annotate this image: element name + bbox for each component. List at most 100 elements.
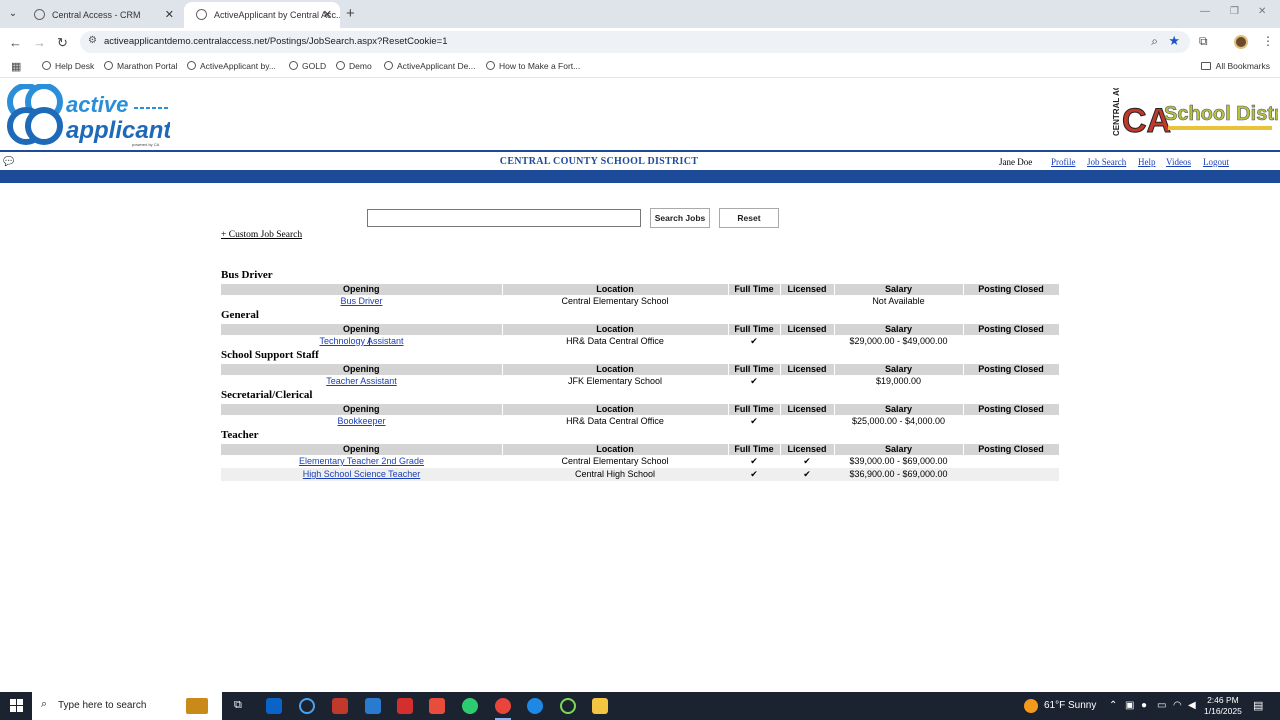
column-header[interactable]: Licensed: [780, 404, 835, 415]
acrobat-icon[interactable]: [397, 698, 413, 714]
reload-icon[interactable]: ↻: [57, 35, 68, 51]
job-title-link[interactable]: Bus Driver: [340, 296, 382, 306]
edge-icon[interactable]: [527, 698, 543, 714]
app-blue-icon[interactable]: [365, 698, 381, 714]
column-header[interactable]: Posting Closed: [963, 324, 1060, 335]
custom-job-search-link[interactable]: + Custom Job Search: [221, 230, 302, 240]
column-header[interactable]: Opening: [221, 444, 503, 455]
column-header[interactable]: Full Time: [728, 444, 781, 455]
column-header[interactable]: Location: [502, 404, 729, 415]
job-search-input[interactable]: [367, 209, 641, 227]
battery-icon[interactable]: ▭: [1157, 700, 1166, 711]
bookmark-activeapplicant-demo[interactable]: ActiveApplicant De...: [384, 61, 475, 71]
job-title-link[interactable]: Elementary Teacher 2nd Grade: [299, 456, 424, 466]
headset-icon[interactable]: [299, 698, 315, 714]
column-header[interactable]: Salary: [834, 284, 964, 295]
bookmark-gold[interactable]: GOLD: [289, 61, 326, 71]
all-bookmarks[interactable]: All Bookmarks: [1200, 61, 1270, 71]
profile-avatar[interactable]: [1234, 35, 1248, 49]
bookmark-help-desk[interactable]: Help Desk: [42, 61, 94, 71]
close-icon[interactable]: ✕: [165, 8, 174, 21]
weather-text[interactable]: 61°F Sunny: [1044, 700, 1096, 711]
nav-videos[interactable]: Videos: [1166, 157, 1191, 167]
column-header[interactable]: Full Time: [728, 324, 781, 335]
file-explorer-icon[interactable]: [592, 698, 608, 714]
notification-icon[interactable]: ▤: [1253, 699, 1263, 712]
extensions-icon[interactable]: ⧉: [1199, 34, 1208, 49]
reset-button[interactable]: Reset: [719, 208, 779, 228]
column-header[interactable]: Salary: [834, 444, 964, 455]
restore-icon[interactable]: ❐: [1230, 6, 1239, 17]
outlook-icon[interactable]: [266, 698, 282, 714]
column-header[interactable]: Salary: [834, 324, 964, 335]
new-tab-icon[interactable]: +: [346, 5, 355, 22]
tray-app-icon[interactable]: ▣: [1125, 700, 1134, 711]
job-title-link[interactable]: Bookkeeper: [337, 416, 385, 426]
app-s-icon[interactable]: [429, 698, 445, 714]
close-icon[interactable]: ✕: [323, 8, 332, 21]
nav-logout[interactable]: Logout: [1203, 157, 1229, 167]
column-header[interactable]: Opening: [221, 404, 503, 415]
minimize-icon[interactable]: —: [1200, 6, 1210, 17]
bookmark-marathon-portal[interactable]: Marathon Portal: [104, 61, 177, 71]
column-header[interactable]: Posting Closed: [963, 364, 1060, 375]
bookmark-how-to-make-a-fort[interactable]: How to Make a Fort...: [486, 61, 580, 71]
search-jobs-button[interactable]: Search Jobs: [650, 208, 710, 228]
column-header[interactable]: Opening: [221, 364, 503, 375]
app-red-icon[interactable]: [332, 698, 348, 714]
column-header[interactable]: Full Time: [728, 364, 781, 375]
column-header[interactable]: Location: [502, 324, 729, 335]
url-field[interactable]: ⚙ activeapplicantdemo.centralaccess.net/…: [80, 31, 1190, 53]
tab-central-access-crm[interactable]: Central Access - CRM ✕: [22, 2, 182, 28]
column-header[interactable]: Full Time: [728, 284, 781, 295]
microphone-icon[interactable]: ●: [1141, 700, 1147, 711]
zoom-icon[interactable]: ⌕: [1151, 34, 1158, 49]
forward-icon[interactable]: →: [33, 35, 46, 50]
nav-job-search[interactable]: Job Search: [1087, 157, 1126, 167]
column-header[interactable]: Salary: [834, 404, 964, 415]
column-header[interactable]: Posting Closed: [963, 444, 1060, 455]
app-ring-icon[interactable]: [560, 698, 576, 714]
column-header[interactable]: Location: [502, 444, 729, 455]
column-header[interactable]: Location: [502, 284, 729, 295]
bookmark-demo[interactable]: Demo: [336, 61, 372, 71]
nav-profile[interactable]: Profile: [1051, 157, 1076, 167]
wifi-icon[interactable]: ◠: [1173, 700, 1182, 711]
location-cell: HR& Data Central Office: [566, 416, 664, 426]
nav-help[interactable]: Help: [1138, 157, 1156, 167]
column-header[interactable]: Salary: [834, 364, 964, 375]
more-menu-icon[interactable]: ⋮: [1262, 34, 1274, 48]
chrome-icon[interactable]: [495, 698, 511, 714]
column-header[interactable]: Full Time: [728, 404, 781, 415]
site-info-icon[interactable]: ⚙: [88, 35, 97, 46]
salary-cell: $19,000.00: [875, 376, 922, 386]
column-header[interactable]: Licensed: [780, 284, 835, 295]
task-view-icon[interactable]: ⧉: [234, 699, 242, 712]
column-header[interactable]: Licensed: [780, 444, 835, 455]
app-green-icon[interactable]: [462, 698, 478, 714]
windows-start-icon[interactable]: [10, 699, 23, 712]
column-header[interactable]: Licensed: [780, 324, 835, 335]
job-title-link[interactable]: Technology Assistant: [319, 336, 403, 346]
column-header[interactable]: Posting Closed: [963, 284, 1060, 295]
weather-sun-icon[interactable]: [1024, 699, 1038, 713]
briefcase-icon[interactable]: [186, 698, 208, 714]
job-title-link[interactable]: Teacher Assistant: [326, 376, 397, 386]
tab-active-applicant[interactable]: ActiveApplicant by Central Acc... ✕: [184, 2, 340, 28]
bookmark-activeapplicant[interactable]: ActiveApplicant by...: [187, 61, 276, 71]
column-header[interactable]: Licensed: [780, 364, 835, 375]
column-header[interactable]: Posting Closed: [963, 404, 1060, 415]
column-header[interactable]: Location: [502, 364, 729, 375]
column-header[interactable]: Opening: [221, 324, 503, 335]
job-table: Opening Location Full Time Licensed Salary Po…: [221, 404, 1060, 428]
job-title-link[interactable]: High School Science Teacher: [303, 469, 420, 479]
volume-icon[interactable]: ◀: [1188, 700, 1196, 711]
bookmark-star-icon[interactable]: ★: [1168, 33, 1180, 49]
taskbar-clock[interactable]: 2:46 PM 1/16/2025: [1204, 695, 1242, 717]
column-header[interactable]: Opening: [221, 284, 503, 295]
tab-search-icon[interactable]: ⌄: [4, 5, 22, 23]
tray-chevron-icon[interactable]: ⌃: [1109, 700, 1117, 711]
apps-grid-icon[interactable]: ▦: [11, 60, 21, 73]
back-icon[interactable]: ←: [9, 35, 22, 50]
window-close-icon[interactable]: ✕: [1258, 6, 1266, 17]
